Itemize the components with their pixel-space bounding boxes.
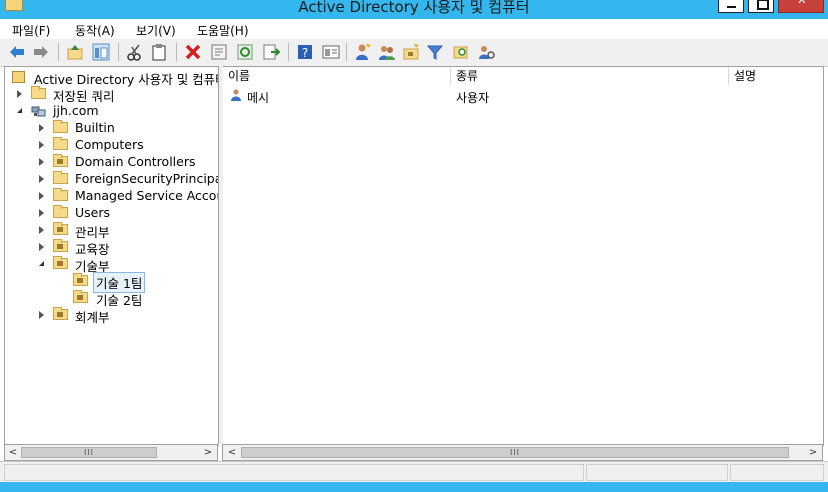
tree-node-label: jjh.com <box>53 103 99 118</box>
expand-arrow[interactable] <box>39 311 44 319</box>
collapse-arrow[interactable] <box>17 108 22 113</box>
column-header-description[interactable]: 설명 <box>729 67 823 85</box>
title-bar[interactable]: Active Directory 사용자 및 컴퓨터 <box>0 0 828 19</box>
toolbar-separator <box>118 43 119 61</box>
new-user-icon[interactable] <box>354 43 372 61</box>
menu-file[interactable]: 파일(F) <box>12 22 50 39</box>
folder-icon <box>31 86 46 99</box>
folder-icon <box>53 205 68 218</box>
status-pane-secondary <box>586 464 728 481</box>
tree-node-label: ForeignSecurityPrincipals <box>75 171 219 186</box>
ou-folder-icon <box>53 154 68 167</box>
add-to-group-icon[interactable] <box>478 43 496 61</box>
scroll-thumb[interactable]: III <box>21 447 157 458</box>
export-list-icon[interactable] <box>262 43 280 61</box>
status-pane-main <box>4 464 584 481</box>
expand-arrow[interactable] <box>39 226 44 234</box>
tree-node-label: Domain Controllers <box>75 154 196 169</box>
window-bottom-edge <box>0 482 828 492</box>
status-pane-tertiary <box>730 464 824 481</box>
user-icon <box>231 89 241 101</box>
minimize-button[interactable] <box>718 0 744 13</box>
row-name-cell: 메시 <box>247 91 270 105</box>
svg-text:?: ? <box>302 46 308 60</box>
find-icon[interactable] <box>452 43 470 61</box>
expand-arrow[interactable] <box>39 192 44 200</box>
up-folder-icon[interactable] <box>66 43 84 61</box>
toolbar: ? <box>0 39 828 67</box>
properties-icon[interactable] <box>210 43 228 61</box>
forward-icon[interactable] <box>32 43 50 61</box>
scroll-thumb[interactable]: III <box>241 447 789 458</box>
status-bar <box>0 461 828 483</box>
folder-icon <box>53 188 68 201</box>
menu-view[interactable]: 보기(V) <box>136 22 176 39</box>
folder-icon <box>53 137 68 150</box>
ou-folder-icon <box>73 273 88 286</box>
paste-icon[interactable] <box>150 43 168 61</box>
details-list[interactable]: 이름 종류 설명 메시 사용자 <box>223 66 824 446</box>
refresh-icon[interactable] <box>236 43 254 61</box>
toolbar-separator <box>58 43 59 61</box>
ou-folder-icon <box>53 239 68 252</box>
expand-arrow[interactable] <box>39 158 44 166</box>
tree-node-label: Managed Service Accounts <box>75 188 219 203</box>
expand-arrow[interactable] <box>39 141 44 149</box>
menu-bar: 파일(F) 동작(A) 보기(V) 도움말(H) <box>0 19 828 39</box>
ou-folder-icon <box>53 307 68 320</box>
new-group-icon[interactable] <box>378 43 396 61</box>
cut-icon[interactable] <box>126 43 144 61</box>
folder-icon <box>53 171 68 184</box>
tree-horizontal-scrollbar[interactable]: < III > <box>4 444 218 461</box>
ou-folder-icon <box>73 290 88 303</box>
expand-arrow[interactable] <box>39 243 44 251</box>
view-icon[interactable] <box>322 43 340 61</box>
tree-node-label: Builtin <box>75 120 115 135</box>
column-header-name[interactable]: 이름 <box>223 67 451 85</box>
expand-arrow[interactable] <box>39 124 44 132</box>
close-button[interactable] <box>778 0 824 13</box>
column-header-type[interactable]: 종류 <box>451 67 729 85</box>
expand-arrow[interactable] <box>17 90 22 98</box>
list-horizontal-scrollbar[interactable]: < III > <box>222 444 823 461</box>
expand-arrow[interactable] <box>39 175 44 183</box>
table-row[interactable]: 메시 사용자 <box>223 87 823 105</box>
window-title: Active Directory 사용자 및 컴퓨터 <box>298 0 530 16</box>
tree-node-label: 회계부 <box>75 310 110 325</box>
toolbar-separator <box>346 43 347 61</box>
console-tree[interactable]: Active Directory 사용자 및 컴퓨터 저장된 쿼리 jjh.co… <box>4 66 219 446</box>
delete-icon[interactable] <box>184 43 202 61</box>
domain-icon <box>31 106 46 117</box>
menu-action[interactable]: 동작(A) <box>75 22 115 39</box>
filter-icon[interactable] <box>426 43 444 61</box>
help-icon[interactable]: ? <box>296 43 314 61</box>
scroll-right-arrow[interactable]: > <box>808 447 818 458</box>
tree-node-label: Users <box>75 205 111 220</box>
expand-arrow[interactable] <box>39 209 44 217</box>
row-type-cell: 사용자 <box>456 91 490 105</box>
menu-help[interactable]: 도움말(H) <box>197 22 249 39</box>
toolbar-separator <box>176 43 177 61</box>
folder-icon <box>53 120 68 133</box>
show-console-tree-icon[interactable] <box>92 43 110 61</box>
back-icon[interactable] <box>8 43 26 61</box>
maximize-button[interactable] <box>748 0 774 13</box>
ou-folder-icon <box>53 222 68 235</box>
tree-node-label: Computers <box>75 137 144 152</box>
scroll-right-arrow[interactable]: > <box>203 447 213 458</box>
scroll-left-arrow[interactable]: < <box>227 447 237 458</box>
ad-root-icon <box>12 71 25 83</box>
new-ou-icon[interactable] <box>402 43 420 61</box>
ou-folder-icon <box>53 256 68 269</box>
scroll-left-arrow[interactable]: < <box>8 447 18 458</box>
collapse-arrow[interactable] <box>39 261 44 266</box>
toolbar-separator <box>288 43 289 61</box>
